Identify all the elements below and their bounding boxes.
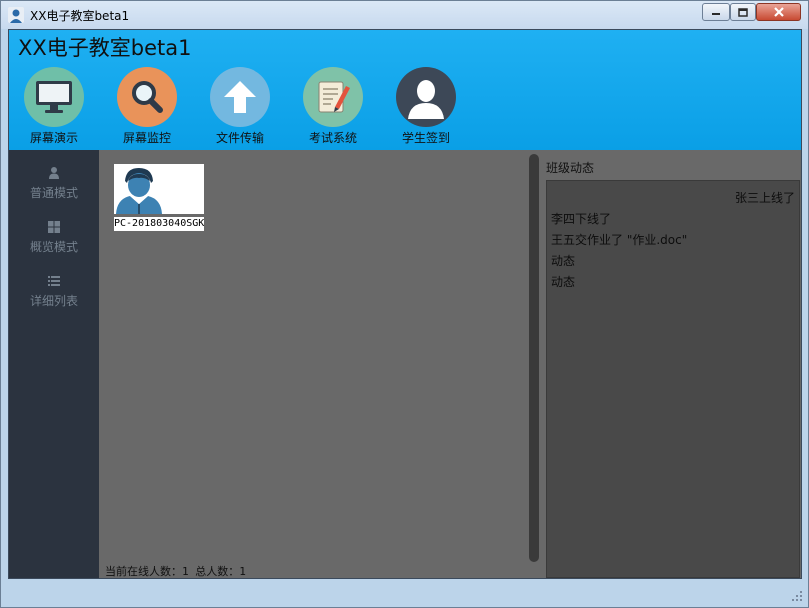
feed-item: 张三上线了: [734, 191, 795, 205]
toolbar-label: 屏幕监控: [122, 131, 171, 145]
feed-item: 动态: [551, 254, 576, 268]
sidebar: 普通模式 概览模式 详细列表: [9, 150, 99, 578]
online-count-status: 当前在线人数：1 总人数：1: [105, 565, 246, 578]
feed-item: 王五交作业了 "作业.doc": [551, 233, 688, 247]
maximize-button[interactable]: [730, 3, 756, 21]
close-button[interactable]: [756, 3, 801, 21]
list-icon: [48, 276, 60, 286]
window-title: XX电子教室beta1: [30, 9, 130, 23]
sidebar-item-label: 概览模式: [29, 240, 78, 254]
header-toolbar: XX电子教室beta1 屏幕演示 屏幕监控 文件传输 考试系统 学生签到: [9, 30, 801, 150]
scrollbar[interactable]: [529, 154, 539, 562]
resize-grip-icon[interactable]: [792, 591, 802, 601]
feed-title: 班级动态: [546, 161, 595, 175]
student-grid: PC-201803040SGK 当前在线人数：1 总人数：1: [99, 150, 525, 578]
minimize-icon: [712, 13, 720, 15]
sidebar-item-label: 详细列表: [29, 294, 78, 308]
app-icon: [8, 7, 24, 23]
sidebar-item-detail-list[interactable]: 详细列表: [9, 270, 99, 318]
toolbar-label: 考试系统: [308, 131, 357, 145]
exam-pencil-icon: [303, 67, 363, 127]
toolbar-screen-monitor[interactable]: 屏幕监控: [102, 67, 192, 147]
sidebar-item-normal-mode[interactable]: 普通模式: [9, 162, 99, 210]
student-thumbnail: [114, 164, 204, 214]
toolbar-file-transfer[interactable]: 文件传输: [195, 67, 285, 147]
upload-arrow-icon: [210, 67, 270, 127]
minimize-button[interactable]: [702, 3, 730, 21]
magnifier-icon: [117, 67, 177, 127]
feed-item: 动态: [551, 275, 576, 289]
window-bottom-frame: [1, 579, 808, 607]
sidebar-item-label: 普通模式: [29, 186, 78, 200]
student-card[interactable]: PC-201803040SGK: [114, 164, 204, 232]
close-icon: [773, 7, 784, 17]
app-window: XX电子教室beta1 XX电子教室beta1 屏幕演示 屏幕监控 文件传输 考…: [0, 0, 809, 608]
sidebar-item-overview-mode[interactable]: 概览模式: [9, 216, 99, 264]
toolbar-screen-demo[interactable]: 屏幕演示: [9, 67, 99, 147]
client-area: XX电子教室beta1 屏幕演示 屏幕监控 文件传输 考试系统 学生签到 普通模…: [8, 29, 802, 579]
toolbar-label: 文件传输: [215, 131, 264, 145]
toolbar-exam-system[interactable]: 考试系统: [288, 67, 378, 147]
class-activity-feed: 张三上线了 李四下线了 王五交作业了 "作业.doc" 动态 动态: [546, 180, 800, 578]
toolbar-label: 学生签到: [401, 131, 450, 145]
title-bar[interactable]: XX电子教室beta1: [1, 1, 808, 29]
maximize-icon: [738, 7, 748, 17]
feed-item: 李四下线了: [551, 212, 612, 226]
toolbar-label: 屏幕演示: [29, 131, 78, 145]
toolbar-student-signin[interactable]: 学生签到: [381, 67, 471, 147]
app-title: XX电子教室beta1: [18, 36, 192, 60]
student-avatar-icon: [116, 168, 162, 214]
grid-icon: [48, 221, 60, 233]
person-icon: [49, 167, 59, 179]
monitor-icon: [24, 67, 84, 127]
student-computer-name: PC-201803040SGK: [114, 217, 204, 231]
user-silhouette-icon: [396, 67, 456, 127]
